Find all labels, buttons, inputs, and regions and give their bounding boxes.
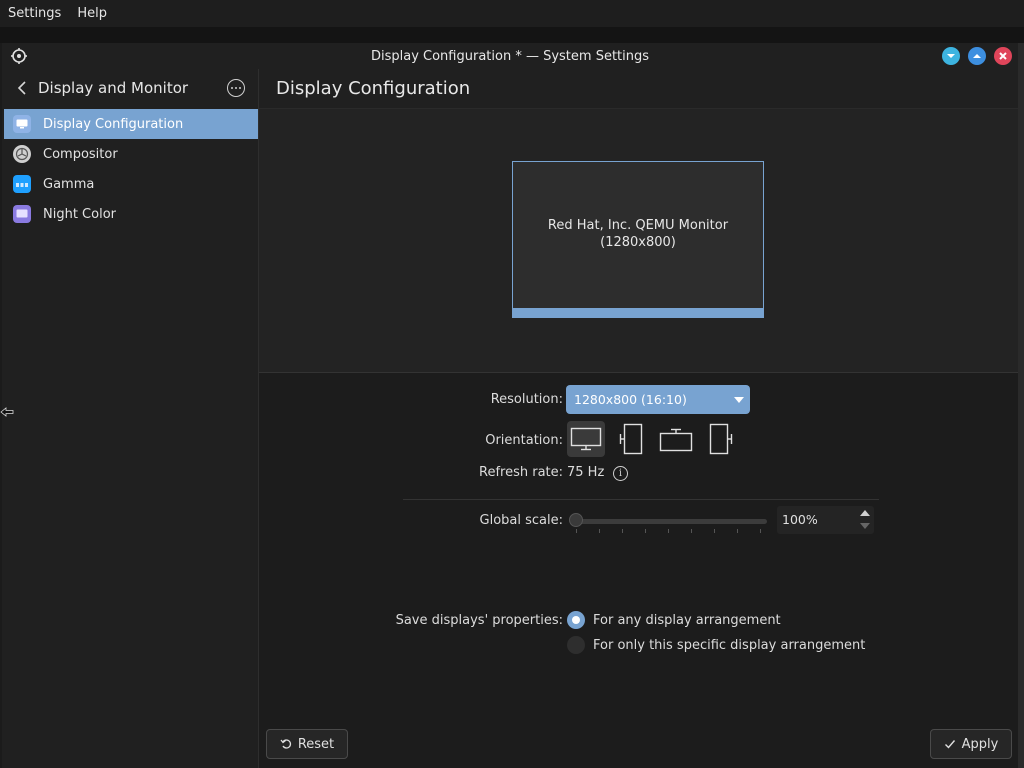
display-icon xyxy=(13,115,31,133)
slider-tick xyxy=(760,529,761,533)
scale-spinbox[interactable]: 100% xyxy=(777,506,874,534)
radio-specific-arrangement-label[interactable]: For only this specific display arrangeme… xyxy=(593,638,865,653)
reset-label: Reset xyxy=(297,736,335,752)
minimize-button[interactable] xyxy=(942,47,960,65)
maximize-button[interactable] xyxy=(968,47,986,65)
maximize-icon xyxy=(973,54,981,58)
background-window-edge xyxy=(1017,43,1024,768)
apply-button[interactable]: Apply xyxy=(930,729,1012,759)
checkmark-icon xyxy=(944,740,955,749)
portrait-flipped-monitor-icon xyxy=(709,423,733,455)
divider xyxy=(403,499,879,500)
resolution-value: 1280x800 (16:10) xyxy=(574,392,687,407)
monitor-selection-bar xyxy=(512,308,764,318)
menu-help[interactable]: Help xyxy=(69,6,115,21)
sidebar-item-label: Gamma xyxy=(43,176,95,192)
scale-value: 100% xyxy=(782,512,818,527)
system-settings-window: Display Configuration * — System Setting… xyxy=(2,43,1018,768)
scale-slider-handle[interactable] xyxy=(569,513,583,527)
undo-icon xyxy=(280,739,291,749)
sidebar-item-label: Display Configuration xyxy=(43,116,184,132)
landscape-monitor-icon xyxy=(570,427,602,451)
sidebar-item-label: Night Color xyxy=(43,206,116,222)
spin-down-icon[interactable] xyxy=(860,523,870,529)
compositor-icon xyxy=(13,145,31,163)
orientation-portrait-button[interactable] xyxy=(612,421,650,457)
slider-tick xyxy=(714,529,715,533)
settings-gear-icon[interactable] xyxy=(10,47,28,65)
monitor-name: Red Hat, Inc. QEMU Monitor xyxy=(547,218,729,233)
orientation-label: Orientation: xyxy=(485,433,563,448)
page-title: Display Configuration xyxy=(276,78,471,99)
chevron-down-icon xyxy=(734,397,744,403)
night-color-icon xyxy=(13,205,31,223)
background-window-strip xyxy=(0,27,1024,43)
spin-up-icon[interactable] xyxy=(860,510,870,516)
back-arrow-icon[interactable] xyxy=(15,80,29,96)
menu-settings[interactable]: Settings xyxy=(0,6,69,21)
radio-any-arrangement-label[interactable]: For any display arrangement xyxy=(593,613,781,628)
scale-slider-track[interactable] xyxy=(574,519,767,524)
slider-tick xyxy=(576,529,577,533)
sidebar-list: Display Configuration Compositor Gamma N… xyxy=(4,109,258,229)
global-scale-label: Global scale: xyxy=(479,513,563,528)
minimize-icon xyxy=(947,54,955,58)
main-header: Display Configuration xyxy=(259,69,1018,109)
mouse-cursor-icon xyxy=(0,407,14,417)
slider-tick xyxy=(737,529,738,533)
close-icon xyxy=(999,52,1007,60)
app-menubar: Settings Help xyxy=(0,0,1024,27)
orientation-flipped-button[interactable] xyxy=(657,421,695,457)
close-button[interactable] xyxy=(994,47,1012,65)
sidebar-item-night-color[interactable]: Night Color xyxy=(4,199,258,229)
sidebar-item-label: Compositor xyxy=(43,146,118,162)
main-content: Display Configuration Red Hat, Inc. QEMU… xyxy=(259,69,1018,768)
slider-tick xyxy=(691,529,692,533)
sidebar: Display and Monitor Display Configuratio… xyxy=(2,69,259,768)
refresh-rate-label: Refresh rate: xyxy=(479,465,564,480)
orientation-portrait-flipped-button[interactable] xyxy=(702,421,740,457)
screen-arrangement-area: Red Hat, Inc. QEMU Monitor (1280x800) xyxy=(259,109,1018,373)
sidebar-title: Display and Monitor xyxy=(38,79,189,97)
apply-label: Apply xyxy=(961,736,999,752)
more-options-icon[interactable] xyxy=(227,79,245,97)
sidebar-header: Display and Monitor xyxy=(2,69,258,107)
monitor-preview[interactable]: Red Hat, Inc. QEMU Monitor (1280x800) xyxy=(512,161,764,318)
gamma-icon xyxy=(13,175,31,193)
info-icon[interactable]: i xyxy=(613,466,628,481)
sidebar-item-gamma[interactable]: Gamma xyxy=(4,169,258,199)
slider-tick xyxy=(599,529,600,533)
portrait-monitor-icon xyxy=(619,423,643,455)
radio-any-arrangement[interactable] xyxy=(567,611,585,629)
flipped-monitor-icon xyxy=(659,428,693,452)
slider-tick xyxy=(622,529,623,533)
save-properties-label: Save displays' properties: xyxy=(395,613,563,628)
window-titlebar[interactable]: Display Configuration * — System Setting… xyxy=(2,43,1018,69)
refresh-rate-value: 75 Hz xyxy=(567,465,605,480)
resolution-label: Resolution: xyxy=(490,392,563,407)
reset-button[interactable]: Reset xyxy=(266,729,348,759)
radio-specific-arrangement[interactable] xyxy=(567,636,585,654)
orientation-landscape-button[interactable] xyxy=(567,421,605,457)
window-title: Display Configuration * — System Setting… xyxy=(370,48,650,64)
monitor-resolution: (1280x800) xyxy=(600,235,676,250)
slider-tick xyxy=(645,529,646,533)
sidebar-item-compositor[interactable]: Compositor xyxy=(4,139,258,169)
slider-tick xyxy=(668,529,669,533)
display-settings-form: Resolution: 1280x800 (16:10) Orientation… xyxy=(259,372,1018,702)
sidebar-item-display-configuration[interactable]: Display Configuration xyxy=(4,109,258,139)
resolution-dropdown[interactable]: 1280x800 (16:10) xyxy=(566,385,750,414)
